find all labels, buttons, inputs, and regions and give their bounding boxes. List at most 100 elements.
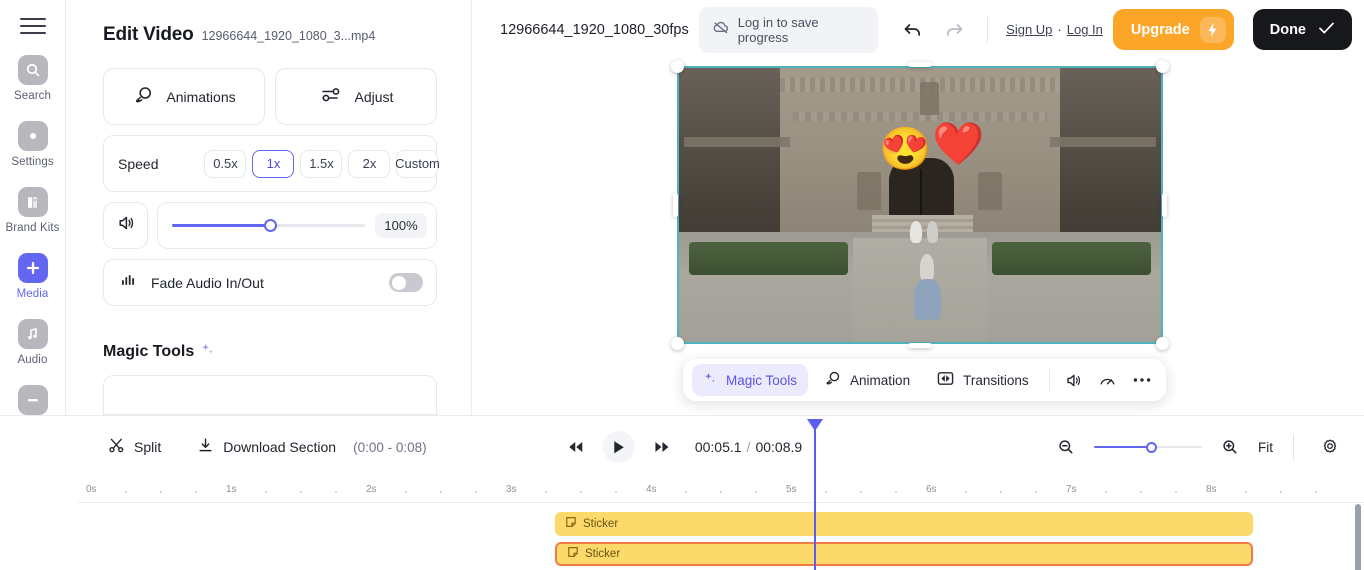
split-button[interactable]: Split	[108, 437, 161, 457]
ruler-tick: 7s	[1066, 484, 1077, 495]
done-button[interactable]: Done	[1252, 9, 1352, 50]
speed-option-1x[interactable]: 1x	[252, 149, 295, 178]
resize-handle-left[interactable]	[673, 193, 678, 217]
upgrade-button[interactable]: Upgrade	[1112, 9, 1234, 50]
playhead[interactable]	[807, 419, 823, 570]
ruler-subtick	[265, 491, 267, 493]
download-section-button[interactable]: Download Section (0:00 - 0:08)	[197, 437, 427, 457]
waveform-icon	[120, 272, 138, 293]
animation-button[interactable]: Animation	[812, 362, 921, 398]
video-floating-toolbar: Magic Tools Animation Transitions	[683, 359, 1166, 401]
resize-handle-right[interactable]	[1162, 193, 1167, 217]
brand-kits-icon	[17, 187, 48, 217]
adjust-label: Adjust	[354, 88, 394, 105]
magic-tools-button[interactable]: Magic Tools	[692, 364, 809, 396]
subtitles-icon	[17, 385, 48, 415]
auth-separator: ·	[1057, 22, 1062, 37]
zoom-out-icon[interactable]	[1050, 431, 1082, 463]
speed-option-custom[interactable]: Custom	[395, 149, 440, 178]
playback-controls: 00:05.1/00:08.9	[562, 431, 802, 463]
table-row[interactable]: Sticker	[555, 542, 1253, 566]
more-options-icon[interactable]	[1127, 365, 1157, 395]
resize-handle-top-right[interactable]	[1156, 60, 1169, 73]
media-plus-icon	[17, 253, 48, 283]
audio-note-icon	[17, 319, 48, 349]
ruler-tick: 6s	[926, 484, 937, 495]
resize-handle-bottom-right[interactable]	[1156, 337, 1169, 350]
page-title: Edit Video	[103, 24, 194, 45]
search-icon	[17, 55, 48, 85]
skip-forward-icon[interactable]	[648, 433, 676, 461]
ruler-subtick	[1140, 491, 1142, 493]
sign-up-link[interactable]: Sign Up	[1006, 22, 1052, 37]
total-time: 00:08.9	[755, 439, 803, 455]
video-ledge-left	[683, 136, 790, 148]
download-icon	[197, 437, 214, 457]
resize-handle-bottom[interactable]	[908, 343, 932, 348]
video-selection-frame[interactable]: 😍 ❤️	[671, 60, 1169, 350]
sidebar-item-audio[interactable]: Audio	[0, 319, 66, 366]
sidebar-item-settings[interactable]: Settings	[0, 121, 66, 168]
gear-icon[interactable]	[1314, 431, 1346, 463]
table-row[interactable]: Sticker	[555, 512, 1253, 536]
fit-button[interactable]: Fit	[1258, 440, 1273, 455]
slider-knob[interactable]	[263, 219, 277, 232]
menu-icon[interactable]	[19, 16, 46, 36]
speed-option-0-5x[interactable]: 0.5x	[204, 149, 247, 178]
heart-eyes-emoji[interactable]: 😍	[879, 128, 931, 170]
zoom-knob[interactable]	[1145, 441, 1157, 453]
current-time: 00:05.1	[694, 439, 742, 455]
resize-handle-top[interactable]	[908, 62, 932, 67]
save-status-button[interactable]: Log in to save progress	[698, 6, 879, 53]
speed-option-2x[interactable]: 2x	[348, 149, 391, 178]
video-preview[interactable]: 😍 ❤️	[677, 66, 1163, 344]
fade-audio-toggle[interactable]	[389, 273, 423, 292]
volume-icon[interactable]	[1059, 365, 1089, 395]
transitions-icon	[936, 370, 955, 390]
timeline-scrollbar[interactable]	[1355, 504, 1361, 570]
mute-button[interactable]	[103, 202, 148, 249]
play-button[interactable]	[602, 431, 635, 463]
resize-handle-top-left[interactable]	[671, 60, 684, 73]
ruler-subtick	[1000, 491, 1002, 493]
heart-emoji[interactable]: ❤️	[932, 122, 984, 165]
ruler-subtick	[825, 491, 827, 493]
transitions-button[interactable]: Transitions	[925, 363, 1040, 397]
sidebar-item-brand-kits[interactable]: Brand Kits	[0, 187, 66, 234]
resize-handle-bottom-left[interactable]	[671, 337, 684, 350]
log-in-link[interactable]: Log In	[1067, 22, 1103, 37]
zoom-slider[interactable]	[1094, 439, 1202, 455]
sliders-icon	[319, 85, 343, 108]
speed-gauge-icon[interactable]	[1093, 365, 1123, 395]
sticker-icon	[567, 545, 579, 563]
ruler-subtick	[160, 491, 162, 493]
sticker-icon	[565, 515, 577, 533]
project-name[interactable]: 12966644_1920_1080_30fps	[500, 22, 689, 38]
undo-icon[interactable]	[898, 14, 928, 46]
adjust-button[interactable]: Adjust	[275, 68, 437, 125]
ruler-subtick	[860, 491, 862, 493]
sidebar-item-search[interactable]: Search	[0, 55, 66, 102]
ruler-tick: 8s	[1206, 484, 1217, 495]
skip-back-icon[interactable]	[562, 433, 590, 461]
zoom-in-icon[interactable]	[1214, 431, 1246, 463]
upgrade-label: Upgrade	[1130, 21, 1190, 38]
time-display: 00:05.1/00:08.9	[695, 439, 802, 455]
sidebar-item-label: Settings	[11, 156, 54, 168]
redo-icon[interactable]	[939, 14, 969, 46]
sidebar-item-media[interactable]: Media	[0, 253, 66, 300]
video-person	[920, 254, 935, 282]
check-icon	[1318, 21, 1335, 39]
volume-slider[interactable]	[172, 217, 365, 235]
speed-option-1-5x[interactable]: 1.5x	[300, 149, 343, 178]
animation-orbit-icon	[823, 369, 842, 391]
fade-audio-row: Fade Audio In/Out	[103, 259, 437, 306]
animations-button[interactable]: Animations	[103, 68, 265, 125]
save-status-label: Log in to save progress	[737, 14, 819, 45]
ruler-subtick	[440, 491, 442, 493]
magic-tools-card[interactable]	[103, 375, 437, 415]
magic-tools-heading: Magic Tools	[103, 342, 437, 362]
panel-header: Edit Video 12966644_1920_1080_3...mp4	[66, 0, 471, 46]
ruler-subtick	[580, 491, 582, 493]
timeline-ruler[interactable]: 0s 1s 2s 3s 4s 5s 6s 7s 8s	[78, 478, 1364, 503]
